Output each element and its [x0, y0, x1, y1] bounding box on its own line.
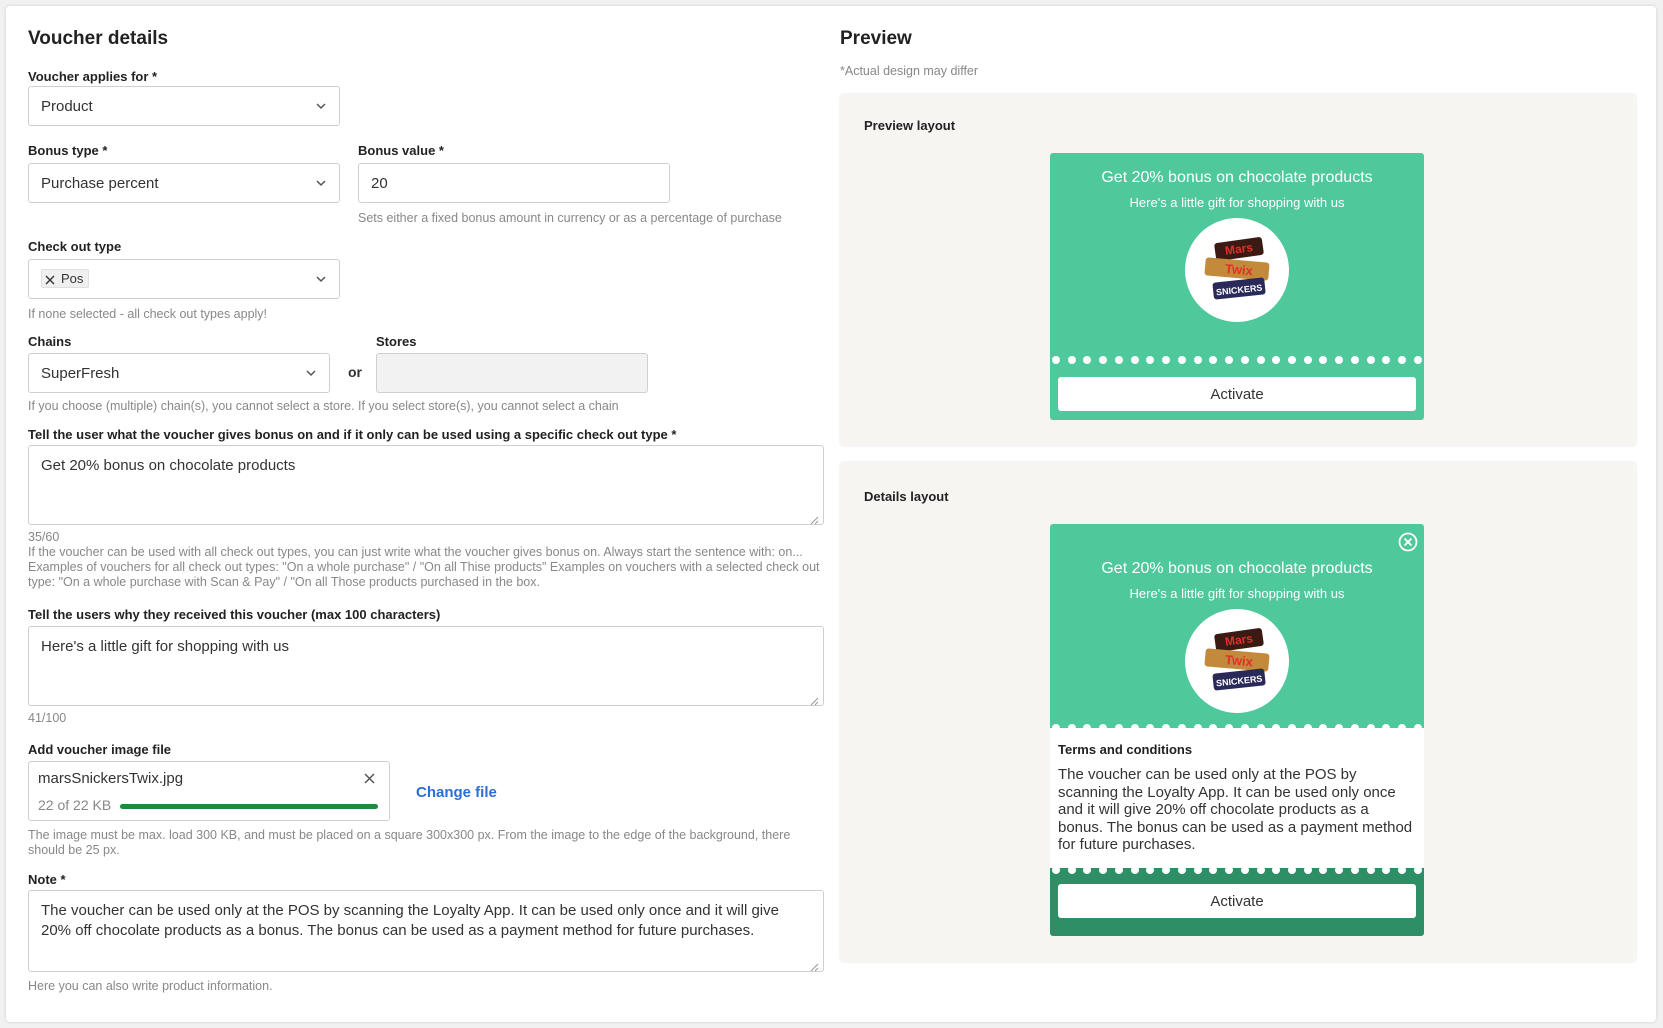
note-textarea[interactable]: The voucher can be used only at the POS …: [28, 890, 824, 972]
preview-voucher-card: Get 20% bonus on chocolate products Here…: [1050, 153, 1424, 420]
image-upload-box: marsSnickersTwix.jpg 22 of 22 KB: [28, 761, 390, 821]
preview-layout-label: Preview layout: [864, 118, 956, 133]
bonus-value-label: Bonus value *: [358, 143, 444, 158]
stores-select-disabled: [376, 353, 648, 393]
voucher-subtitle: Here's a little gift for shopping with u…: [1129, 195, 1345, 210]
reason-value: Here's a little gift for shopping with u…: [41, 638, 289, 655]
gives-bonus-hint: If the voucher can be used with all chec…: [28, 545, 820, 589]
gives-bonus-counter: 35/60: [28, 530, 60, 544]
resize-handle-icon[interactable]: [810, 692, 819, 706]
chevron-down-icon: [305, 367, 317, 379]
resize-handle-icon[interactable]: [810, 511, 819, 525]
checkout-tag: Pos: [41, 268, 90, 288]
resize-handle-icon[interactable]: [810, 958, 819, 972]
image-hint: The image must be max. load 300 KB, and …: [28, 828, 791, 857]
image-filename: marsSnickersTwix.jpg: [38, 770, 184, 787]
details-top-perforation: [1050, 724, 1424, 732]
chocolate-bars-image: Mars Twix SNICKERS: [1204, 237, 1270, 300]
voucher-title: Get 20% bonus on chocolate products: [1101, 169, 1373, 186]
image-size: 22 of 22 KB: [38, 797, 112, 813]
chevron-down-icon: [315, 273, 327, 285]
chains-select[interactable]: SuperFresh: [28, 353, 330, 393]
bonus-value-text: 20: [371, 174, 388, 192]
details-layout-label: Details layout: [864, 489, 949, 504]
svg-text:Twix: Twix: [1224, 652, 1254, 669]
note-label: Note *: [28, 872, 66, 887]
details-voucher-title: Get 20% bonus on chocolate products: [1101, 560, 1373, 577]
chain-store-hint: If you choose (multiple) chain(s), you c…: [28, 399, 619, 413]
gives-bonus-value: Get 20% bonus on chocolate products: [41, 457, 296, 474]
voucher-product-image: Mars Twix SNICKERS: [1185, 218, 1289, 322]
or-separator: or: [348, 364, 362, 380]
details-voucher-subtitle: Here's a little gift for shopping with u…: [1129, 586, 1345, 601]
applies-for-label: Voucher applies for *: [28, 69, 158, 84]
note-value: The voucher can be used only at the POS …: [41, 902, 779, 939]
bonus-value-hint: Sets either a fixed bonus amount in curr…: [358, 211, 782, 225]
checkout-type-select[interactable]: Pos: [28, 259, 340, 299]
checkout-type-label: Check out type: [28, 239, 122, 254]
close-icon[interactable]: [363, 772, 376, 785]
activate-button[interactable]: Activate: [1058, 377, 1416, 411]
terms-text: The voucher can be used only at the POS …: [1058, 766, 1413, 853]
gives-bonus-label: Tell the user what the voucher gives bon…: [28, 427, 677, 442]
details-product-image: Mars Twix SNICKERS: [1185, 609, 1289, 713]
upload-progress-track: [120, 804, 378, 809]
form-title: Voucher details: [28, 28, 169, 49]
close-icon[interactable]: [45, 273, 55, 285]
checkout-type-hint: If none selected - all check out types a…: [28, 307, 268, 321]
applies-for-value: Product: [41, 97, 93, 115]
chocolate-bars-image: Mars Twix SNICKERS: [1204, 628, 1270, 691]
voucher-perforation: [1050, 356, 1424, 366]
details-activate-button[interactable]: Activate: [1058, 884, 1416, 918]
voucher-editor-card: Voucher details Voucher applies for * Pr…: [6, 6, 1656, 1022]
change-file-link[interactable]: Change file: [416, 784, 497, 801]
preview-title: Preview: [840, 28, 912, 49]
details-footer: Activate: [1050, 866, 1424, 936]
details-voucher-card: Get 20% bonus on chocolate products Here…: [1050, 524, 1424, 936]
bonus-type-select[interactable]: Purchase percent: [28, 163, 340, 203]
reason-textarea[interactable]: Here's a little gift for shopping with u…: [28, 626, 824, 706]
bonus-type-value: Purchase percent: [41, 174, 159, 192]
chevron-down-icon: [315, 177, 327, 189]
details-bottom-perforation: [1050, 866, 1424, 874]
preview-layout-panel: Preview layout Get 20% bonus on chocolat…: [840, 94, 1636, 446]
chains-value: SuperFresh: [41, 364, 120, 382]
stores-label: Stores: [376, 334, 417, 349]
chains-label: Chains: [28, 334, 72, 349]
image-label: Add voucher image file: [28, 742, 172, 757]
preview-subtitle: *Actual design may differ: [840, 64, 979, 78]
terms-label: Terms and conditions: [1058, 742, 1193, 757]
upload-progress-fill: [120, 804, 378, 809]
applies-for-select[interactable]: Product: [28, 86, 340, 126]
chevron-down-icon: [315, 100, 327, 112]
svg-text:Twix: Twix: [1224, 261, 1254, 278]
reason-label: Tell the users why they received this vo…: [28, 607, 441, 622]
bonus-type-label: Bonus type *: [28, 143, 108, 158]
close-circle-icon[interactable]: [1398, 532, 1418, 552]
gives-bonus-textarea[interactable]: Get 20% bonus on chocolate products: [28, 445, 824, 525]
note-hint: Here you can also write product informat…: [28, 979, 273, 993]
details-voucher-header: Get 20% bonus on chocolate products Here…: [1050, 524, 1424, 728]
bonus-value-input[interactable]: 20: [358, 163, 670, 203]
reason-counter: 41/100: [28, 711, 67, 725]
checkout-tag-label: Pos: [61, 270, 84, 286]
details-layout-panel: Details layout Get 20% bonus on chocolat…: [840, 462, 1636, 962]
